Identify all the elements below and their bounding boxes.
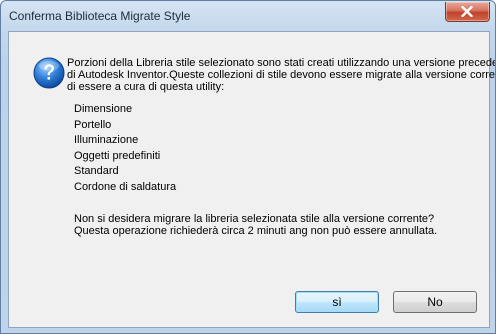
dialog-content: Porzioni della Libreria stile selezionat… [8, 31, 495, 328]
title-bar[interactable]: Conferma Biblioteca Migrate Style [1, 1, 495, 31]
question-line-1: Non si desidera migrare la libreria sele… [74, 213, 435, 225]
list-item: Dimensione [74, 103, 133, 115]
close-icon [461, 6, 473, 17]
message-line-1: Porzioni della Libreria stile selezionat… [67, 57, 496, 69]
no-button[interactable]: No [393, 291, 477, 313]
message-line-2: di Autodesk Inventor.Queste collezioni d… [67, 69, 496, 81]
window-title: Conferma Biblioteca Migrate Style [9, 9, 191, 23]
list-item: Portello [74, 118, 112, 131]
list-item: Oggetti predefiniti [74, 149, 161, 162]
list-item: Illuminazione [74, 134, 139, 147]
message-line-3: di essere a cura di questa utility: [67, 81, 225, 93]
list-item: Standard [74, 165, 119, 178]
yes-button[interactable]: sì [295, 291, 379, 313]
close-button[interactable] [445, 2, 490, 22]
question-icon [33, 57, 65, 89]
style-collection-list: Dimensione Portello Illuminazione Oggett… [74, 102, 176, 196]
question-line-2: Questa operazione richiederà circa 2 min… [74, 225, 438, 237]
dialog-window: Conferma Biblioteca Migrate Style Porzio… [0, 0, 496, 334]
list-item: Cordone di saldatura [74, 180, 177, 193]
